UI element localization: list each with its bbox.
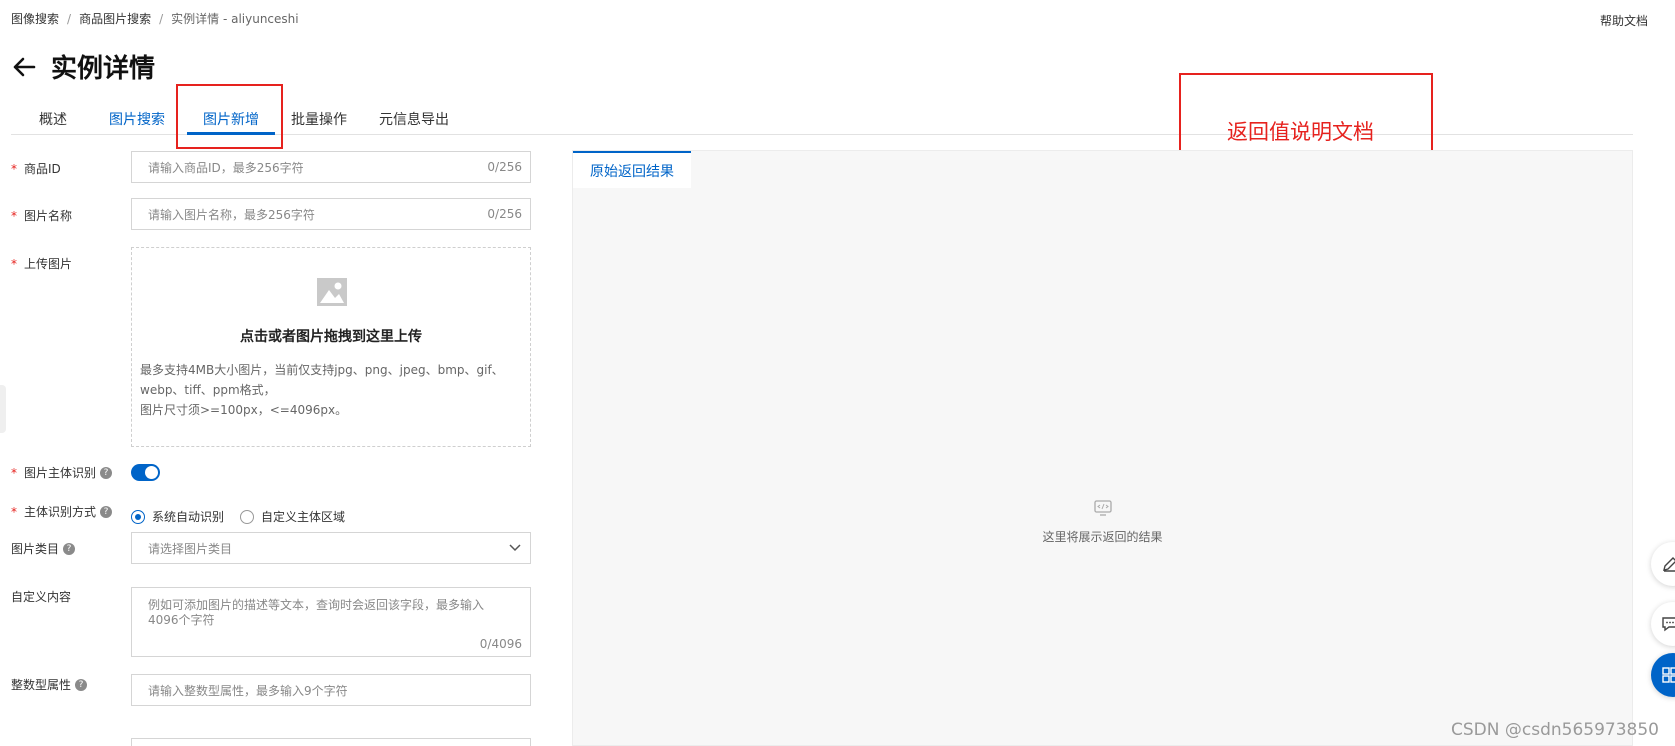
image-name-label: * 图片名称	[11, 208, 73, 224]
code-screen-icon	[1094, 500, 1112, 516]
required-mark: *	[11, 208, 17, 223]
radio-checked-icon	[131, 509, 145, 524]
help-doc-link[interactable]: 帮助文档	[1600, 12, 1648, 29]
required-mark: *	[11, 504, 17, 519]
recognition-mode-label: * 主体识别方式 ?	[11, 503, 113, 520]
product-id-count: 0/256	[487, 160, 522, 174]
recognition-mode-radio-group: 系统自动识别 自定义主体区域	[131, 508, 345, 525]
image-name-count: 0/256	[487, 207, 522, 221]
product-id-placeholder: 请输入商品ID，最多256字符	[148, 160, 304, 175]
result-panel: 原始返回结果 这里将展示返回的结果	[572, 150, 1633, 746]
breadcrumb-item-image-search[interactable]: 图像搜索	[11, 10, 59, 27]
toggle-knob	[145, 466, 158, 479]
next-input-partial[interactable]	[131, 738, 531, 746]
int-attr-input[interactable]: 请输入整数型属性，最多输入9个字符	[131, 674, 531, 706]
title-row: 实例详情	[11, 48, 155, 85]
tab-image-search[interactable]: 图片搜索	[109, 109, 165, 129]
image-upload-dropzone[interactable]: 点击或者图片拖拽到这里上传 最多支持4MB大小图片，当前仅支持jpg、png、j…	[131, 247, 531, 447]
annotation-doc-note: 返回值说明文档	[1227, 120, 1374, 144]
breadcrumb-item-product-search[interactable]: 商品图片搜索	[79, 10, 151, 27]
empty-result-text: 这里将展示返回的结果	[1042, 530, 1163, 544]
category-label: 图片类目 ?	[11, 540, 76, 557]
custom-content-textarea[interactable]: 例如可添加图片的描述等文本，查询时会返回该字段，最多输入4096个字符 0/40…	[131, 587, 531, 657]
custom-content-count: 0/4096	[479, 637, 522, 651]
subject-recognition-toggle[interactable]	[131, 464, 160, 481]
help-question-icon[interactable]: ?	[100, 466, 113, 479]
breadcrumb-item-current: 实例详情 - aliyunceshi	[171, 12, 299, 26]
int-attr-label: 整数型属性 ?	[11, 676, 88, 693]
product-id-label: * 商品ID	[11, 161, 61, 177]
chat-button[interactable]	[1651, 602, 1675, 646]
page-title: 实例详情	[51, 54, 156, 84]
breadcrumb-separator: /	[159, 11, 164, 26]
back-arrow-icon[interactable]	[11, 54, 37, 80]
custom-content-label: 自定义内容	[11, 590, 72, 604]
product-id-input[interactable]: 请输入商品ID，最多256字符 0/256	[131, 151, 531, 183]
tab-batch-operation[interactable]: 批量操作	[291, 109, 347, 129]
grid-apps-icon	[1662, 667, 1675, 683]
chat-icon	[1662, 617, 1675, 632]
image-name-input[interactable]: 请输入图片名称，最多256字符 0/256	[131, 198, 531, 230]
required-mark: *	[11, 256, 17, 271]
breadcrumb: 图像搜索 / 商品图片搜索 / 实例详情 - aliyunceshi	[11, 10, 299, 27]
upload-description: 最多支持4MB大小图片，当前仅支持jpg、png、jpeg、bmp、gif、 w…	[140, 363, 504, 417]
sidebar-collapse-handle[interactable]	[0, 385, 6, 433]
breadcrumb-separator: /	[67, 11, 72, 26]
edit-icon	[1663, 557, 1675, 572]
upload-title: 点击或者图片拖拽到这里上传	[240, 329, 422, 345]
radio-custom-region[interactable]: 自定义主体区域	[240, 508, 345, 525]
help-question-icon[interactable]: ?	[75, 678, 88, 691]
radio-auto-recognition[interactable]: 系统自动识别	[131, 508, 224, 525]
subject-recognition-label: * 图片主体识别 ?	[11, 464, 113, 481]
apps-button[interactable]	[1651, 653, 1675, 697]
image-placeholder-icon	[317, 278, 347, 306]
required-mark: *	[11, 161, 17, 176]
required-mark: *	[11, 465, 17, 480]
radio-unchecked-icon	[240, 509, 255, 524]
tab-overview[interactable]: 概述	[39, 109, 67, 129]
help-question-icon[interactable]: ?	[100, 505, 113, 518]
category-placeholder: 请选择图片类目	[148, 541, 233, 556]
category-select[interactable]: 请选择图片类目	[131, 532, 531, 564]
chevron-down-icon	[509, 544, 521, 552]
help-question-icon[interactable]: ?	[63, 542, 76, 555]
tab-raw-result[interactable]: 原始返回结果	[573, 151, 691, 188]
tab-metadata-export[interactable]: 元信息导出	[379, 109, 449, 129]
watermark: CSDN @csdn565973850	[1451, 720, 1659, 740]
image-name-placeholder: 请输入图片名称，最多256字符	[148, 207, 315, 222]
highlight-box-tab	[176, 84, 283, 149]
custom-content-placeholder: 例如可添加图片的描述等文本，查询时会返回该字段，最多输入4096个字符	[148, 598, 485, 627]
feedback-edit-button[interactable]	[1651, 542, 1675, 586]
upload-image-label: * 上传图片	[11, 256, 73, 272]
int-attr-placeholder: 请输入整数型属性，最多输入9个字符	[148, 683, 348, 698]
